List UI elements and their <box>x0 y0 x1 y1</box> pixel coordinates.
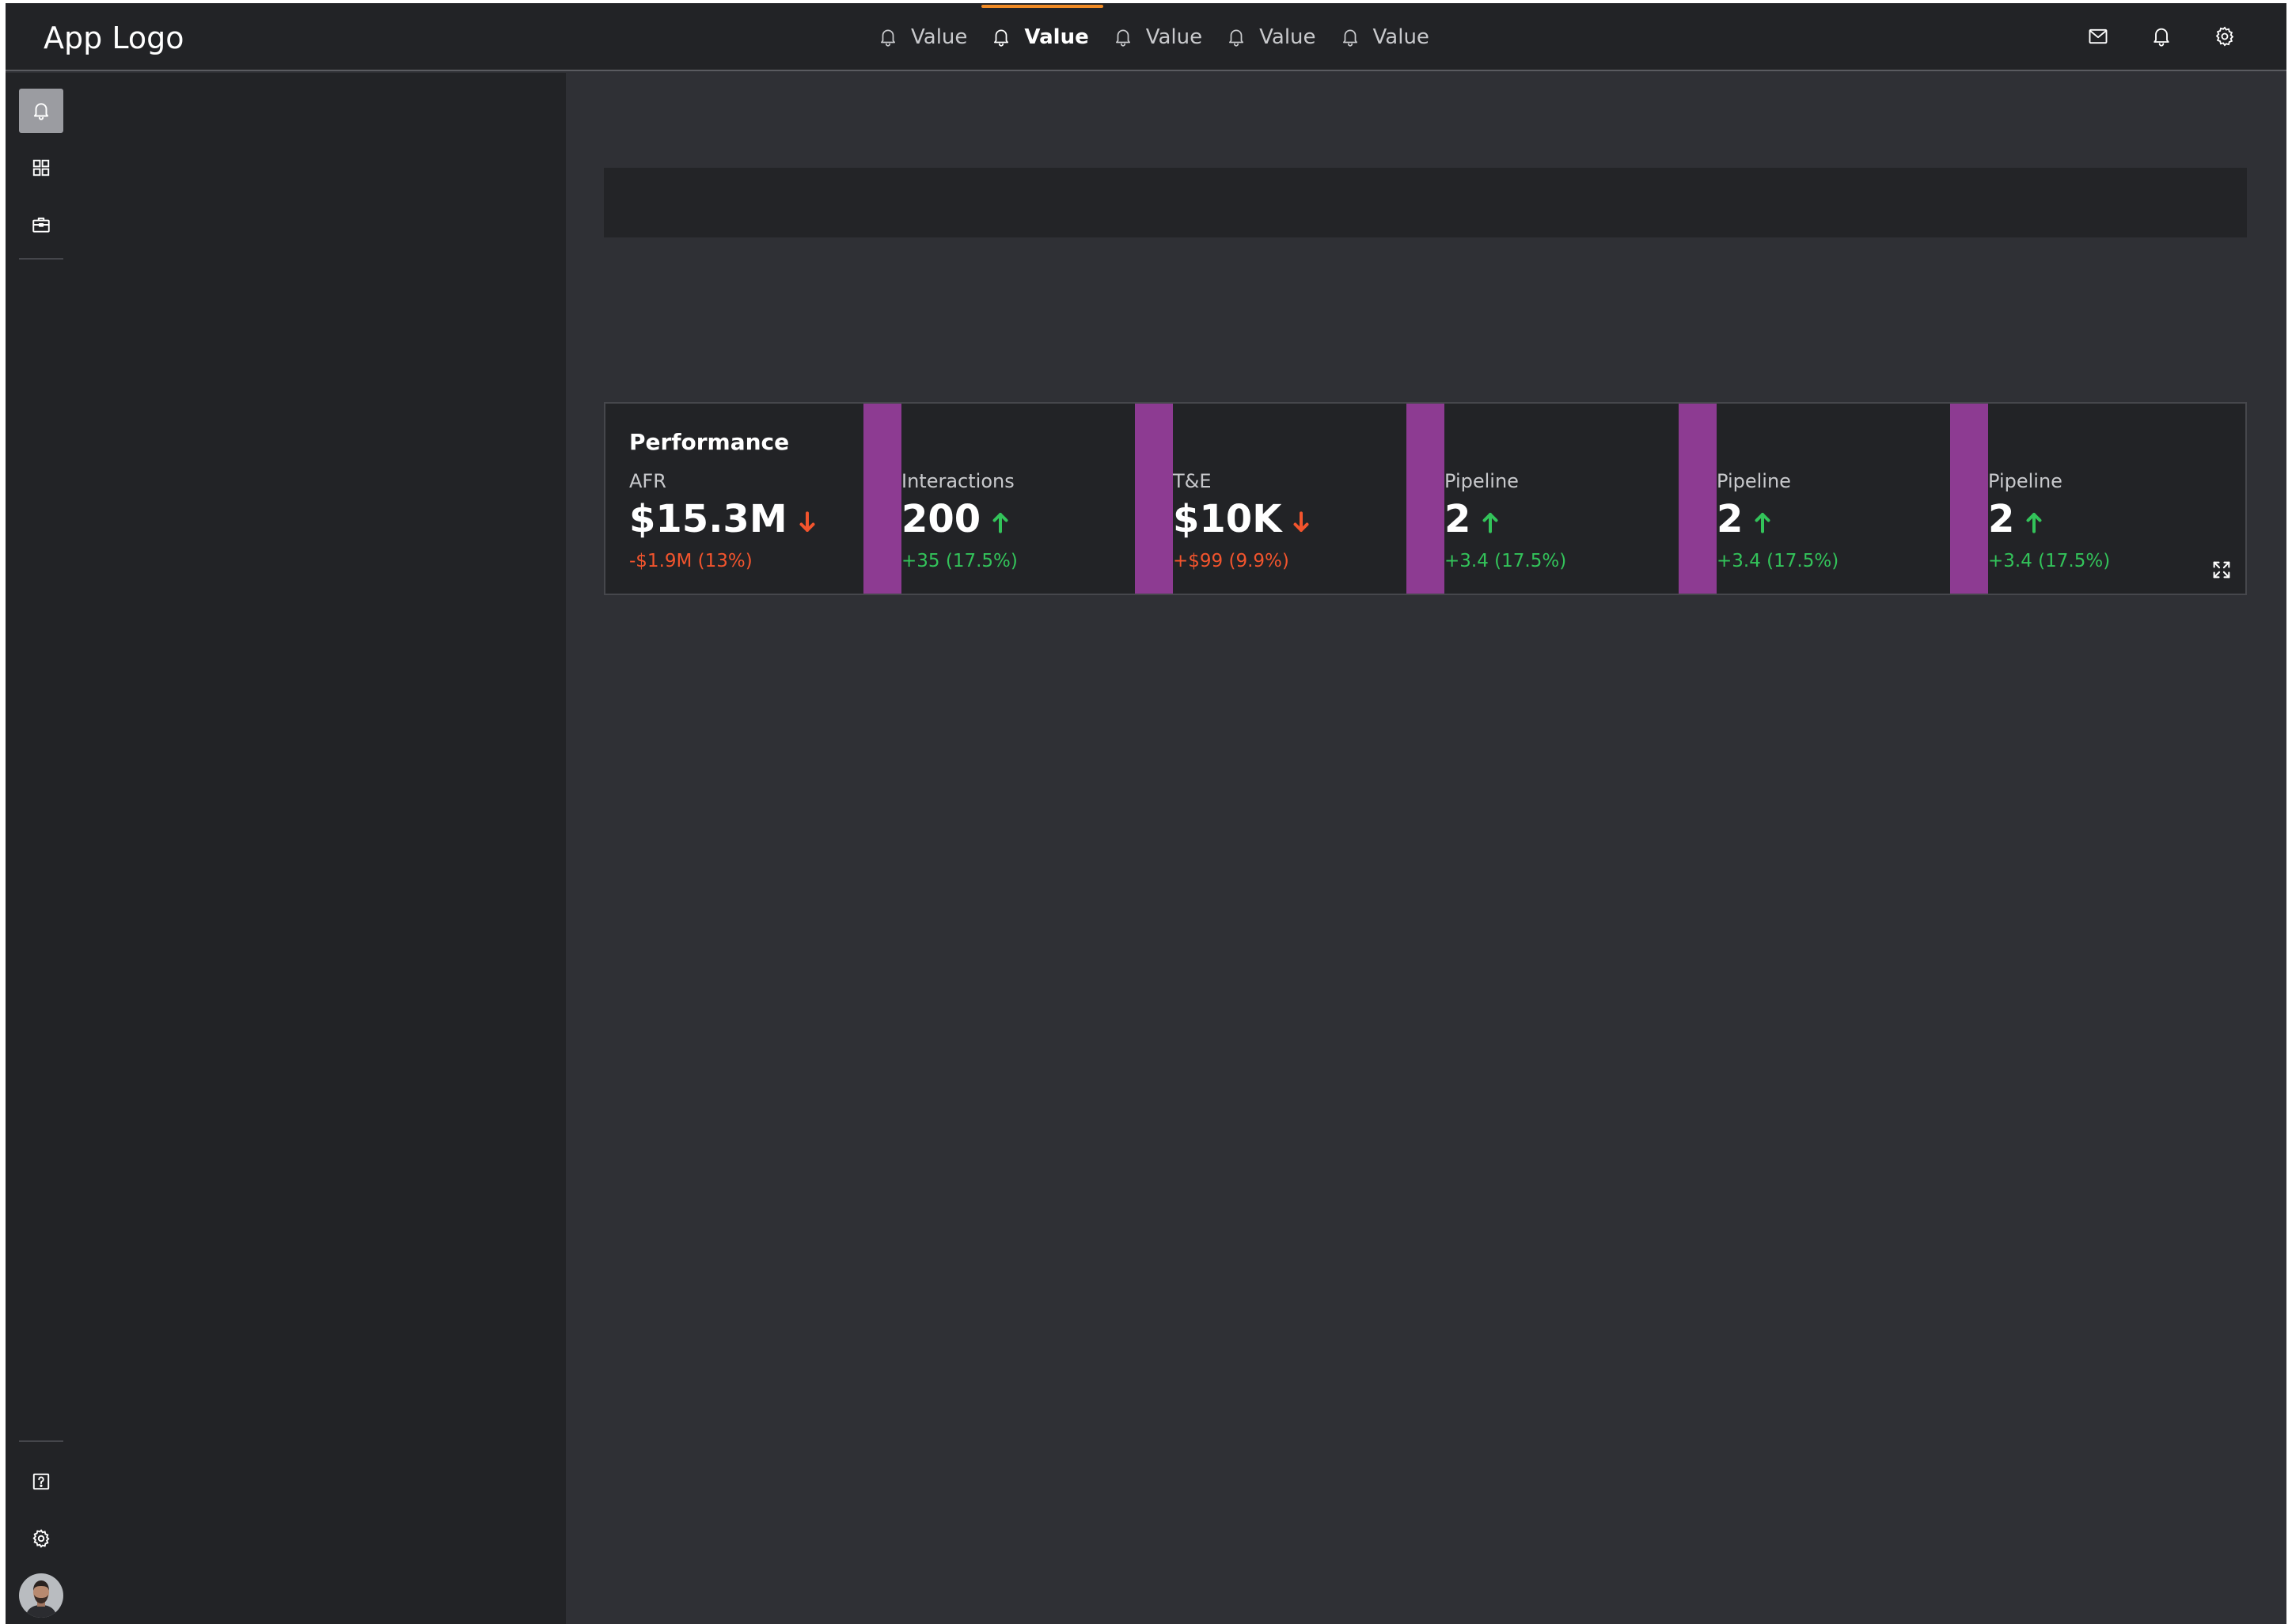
metric-label: AFR <box>629 470 666 492</box>
arrow-down-icon <box>1293 511 1309 532</box>
side-panel <box>69 73 566 1624</box>
rail-divider <box>19 258 63 260</box>
metric-divider-bar <box>1135 404 1173 594</box>
bell-icon <box>1342 29 1357 47</box>
nav-tab-label: Value <box>911 25 968 49</box>
metric-value-text: 2 <box>1717 497 1744 541</box>
metric-value: $10K <box>1173 497 1310 541</box>
performance-card: Performance AFR $15.3M -$1.9M (13%) Inte… <box>604 402 2247 595</box>
nav-tab-5[interactable]: Value <box>1330 3 1444 71</box>
metric-label: Pipeline <box>1444 470 1519 492</box>
metric-divider-bar <box>1406 404 1444 594</box>
left-rail <box>6 73 69 1624</box>
bell-icon <box>1229 29 1244 47</box>
nav-tab-label: Value <box>1145 25 1203 49</box>
metric-value: 200 <box>901 497 1009 541</box>
filter-bar <box>604 168 2247 237</box>
nav-tab-label: Value <box>1024 25 1089 49</box>
metric-label: T&E <box>1173 470 1212 492</box>
rail-divider <box>19 1440 63 1442</box>
gear-icon <box>2215 26 2234 47</box>
top-bar: App Logo Value Value Value Value Value <box>6 3 2286 71</box>
grid-icon <box>32 159 50 176</box>
metric-delta: +3.4 (17.5%) <box>1444 551 1567 571</box>
expand-icon <box>2213 561 2230 579</box>
metric-label: Pipeline <box>1988 470 2062 492</box>
rail-portfolio-button[interactable] <box>19 203 63 247</box>
metric-value: $15.3M <box>629 497 816 541</box>
arrow-up-icon <box>992 513 1008 533</box>
metric-value-text: $15.3M <box>629 497 787 541</box>
nav-tab-label: Value <box>1259 25 1316 49</box>
user-avatar[interactable] <box>19 1573 63 1618</box>
nav-tab-3[interactable]: Value <box>1103 3 1216 71</box>
mail-button[interactable] <box>2085 24 2111 49</box>
rail-dashboard-button[interactable] <box>19 146 63 190</box>
metric-label: Pipeline <box>1717 470 1791 492</box>
briefcase-icon <box>32 217 50 233</box>
notifications-button[interactable] <box>2149 24 2174 49</box>
app-window: App Logo Value Value Value Value Value P… <box>6 3 2286 1624</box>
metric-delta: +3.4 (17.5%) <box>1717 551 1839 571</box>
metric-delta: +3.4 (17.5%) <box>1988 551 2111 571</box>
rail-help-button[interactable] <box>19 1459 63 1504</box>
arrow-up-icon <box>2026 513 2042 533</box>
nav-tab-label: Value <box>1372 25 1429 49</box>
arrow-down-icon <box>799 511 815 532</box>
expand-button[interactable] <box>2209 557 2234 582</box>
metric-divider-bar <box>1950 404 1988 594</box>
settings-button[interactable] <box>2212 24 2237 49</box>
metric-value: 2 <box>1444 497 1499 541</box>
nav-tab-1[interactable]: Value <box>868 3 981 71</box>
nav-tab-2[interactable]: Value <box>981 3 1104 71</box>
metric-value: 2 <box>1988 497 2043 541</box>
metric-delta: +35 (17.5%) <box>901 551 1018 571</box>
top-nav: Value Value Value Value Value <box>868 3 1444 71</box>
rail-alerts-button[interactable] <box>19 89 63 133</box>
bell-icon <box>1115 29 1130 47</box>
metric-divider-bar <box>863 404 901 594</box>
metric-value-text: 200 <box>901 497 981 541</box>
rail-settings-button[interactable] <box>19 1516 63 1561</box>
metric-label: Interactions <box>901 470 1015 492</box>
performance-title: Performance <box>629 429 790 455</box>
metric-divider-bar <box>1679 404 1717 594</box>
metric-value: 2 <box>1717 497 1771 541</box>
avatar-image <box>19 1573 63 1618</box>
bell-icon <box>881 29 895 47</box>
mail-icon <box>2089 28 2108 44</box>
bell-icon <box>2153 28 2169 47</box>
top-actions <box>2085 24 2237 49</box>
nav-tab-4[interactable]: Value <box>1216 3 1330 71</box>
bell-icon <box>33 103 49 120</box>
gear-icon <box>32 1529 50 1548</box>
help-icon <box>32 1473 50 1490</box>
metric-value-text: 2 <box>1988 497 2015 541</box>
metric-value-text: 2 <box>1444 497 1471 541</box>
bell-icon <box>994 29 1009 47</box>
metric-value-text: $10K <box>1173 497 1282 541</box>
arrow-up-icon <box>1755 513 1770 533</box>
metric-delta: -$1.9M (13%) <box>629 551 753 571</box>
arrow-up-icon <box>1482 513 1498 533</box>
app-logo[interactable]: App Logo <box>44 21 184 55</box>
metric-delta: +$99 (9.9%) <box>1173 551 1289 571</box>
